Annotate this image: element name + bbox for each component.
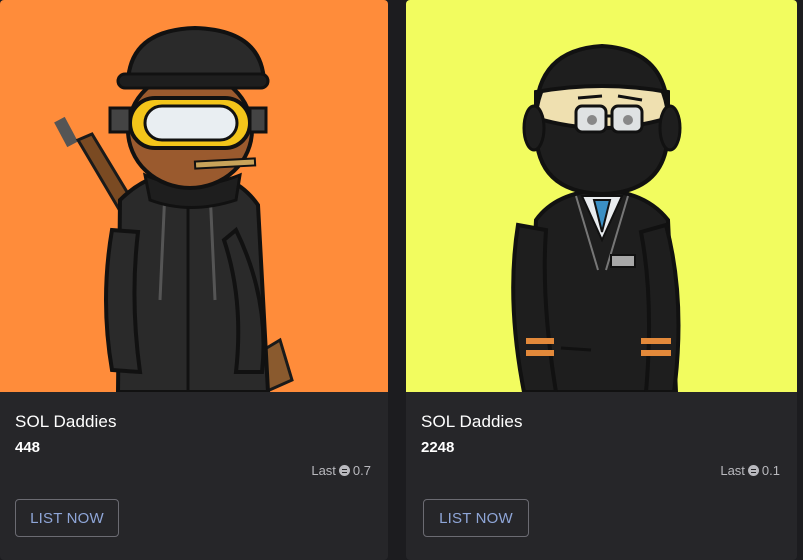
nft-card[interactable]: SOL Daddies 448 Last 0.7 LIST NOW: [0, 0, 388, 560]
token-id: 448: [15, 439, 41, 456]
list-now-button[interactable]: LIST NOW: [423, 499, 529, 537]
character-illustration: [406, 0, 797, 392]
last-price-value: 0.1: [761, 463, 780, 478]
nft-image[interactable]: [0, 0, 388, 392]
last-price: Last 0.1: [720, 463, 780, 478]
last-label: Last: [720, 463, 745, 478]
nft-image[interactable]: [406, 0, 797, 392]
nft-card[interactable]: SOL Daddies 2248 Last 0.1 LIST NOW: [406, 0, 797, 560]
solana-icon: [747, 465, 759, 476]
last-price: Last 0.7: [311, 463, 371, 478]
character-illustration: [0, 0, 388, 392]
nft-grid: SOL Daddies 448 Last 0.7 LIST NOW SOL Da…: [0, 0, 803, 560]
last-price-value: 0.7: [352, 463, 371, 478]
token-id: 2248: [421, 439, 455, 456]
solana-icon: [338, 465, 350, 476]
collection-name: SOL Daddies: [421, 412, 523, 431]
list-now-button[interactable]: LIST NOW: [15, 499, 119, 537]
collection-name: SOL Daddies: [15, 412, 117, 431]
last-label: Last: [311, 463, 336, 478]
